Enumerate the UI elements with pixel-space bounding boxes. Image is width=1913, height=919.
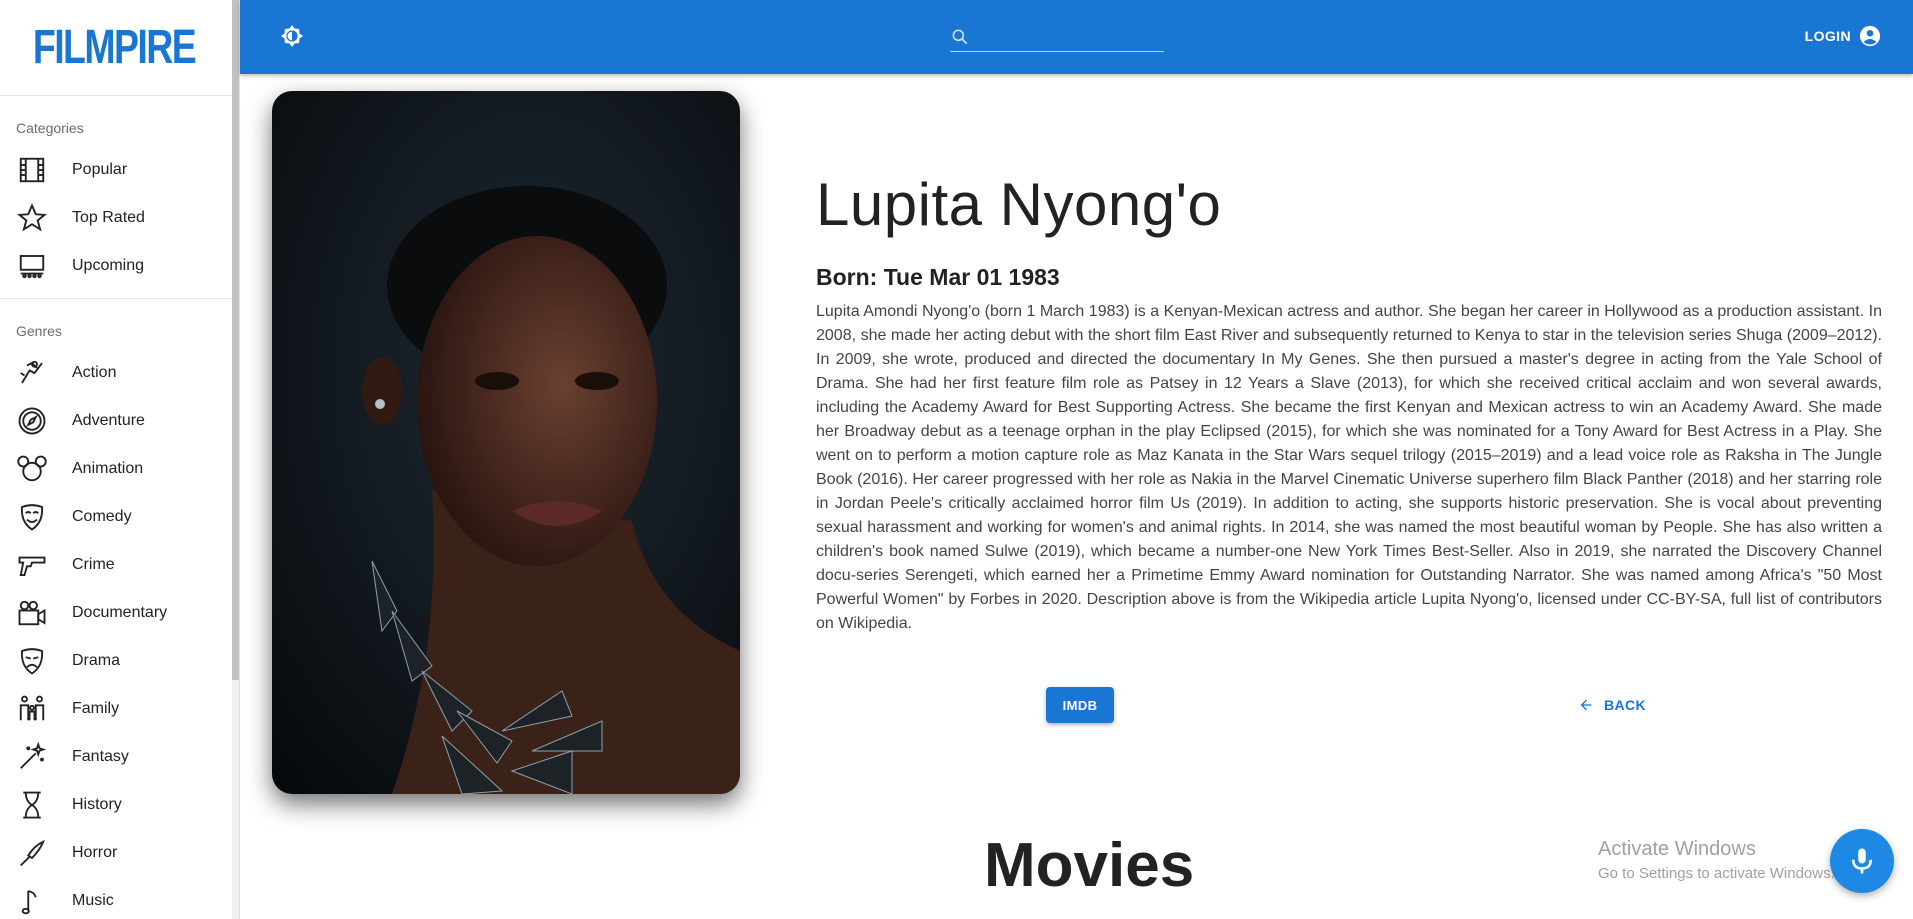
- sidebar-item-horror[interactable]: Horror: [0, 829, 239, 877]
- sidebar-scrollbar[interactable]: [232, 0, 239, 919]
- login-button[interactable]: LOGIN: [1805, 22, 1881, 50]
- hourglass-icon: [16, 789, 48, 821]
- activate-windows-title: Activate Windows: [1598, 838, 1756, 860]
- comedy-mask-icon: [16, 501, 48, 533]
- microphone-icon: [1852, 848, 1872, 874]
- imdb-button[interactable]: IMDB: [1046, 687, 1114, 723]
- actor-portrait-image: [272, 91, 740, 794]
- actor-name: Lupita Nyong'o: [816, 171, 1222, 238]
- action-icon: [16, 357, 48, 389]
- back-button-label: BACK: [1604, 697, 1647, 713]
- family-icon: [16, 693, 48, 725]
- search-input[interactable]: [978, 27, 1158, 46]
- actor-photo: [272, 91, 740, 794]
- sidebar: FILMPIRE Categories Popular Top Rated Up…: [0, 0, 240, 919]
- sidebar-item-label: Drama: [72, 652, 121, 669]
- drama-mask-icon: [16, 645, 48, 677]
- sidebar-item-top-rated[interactable]: Top Rated: [0, 194, 239, 242]
- gun-icon: [16, 549, 48, 581]
- sidebar-item-label: Documentary: [72, 604, 168, 621]
- sidebar-item-label: Fantasy: [72, 748, 129, 765]
- sidebar-item-label: Music: [72, 892, 114, 909]
- account-circle-icon: [1859, 25, 1881, 47]
- logo-container: FILMPIRE: [0, 0, 239, 96]
- voice-assistant-button[interactable]: [1830, 829, 1894, 893]
- sidebar-item-label: Adventure: [72, 412, 145, 429]
- music-icon: [16, 885, 48, 917]
- actor-birth-date: Born: Tue Mar 01 1983: [816, 264, 1060, 290]
- sidebar-item-label: Action: [72, 364, 117, 381]
- search-field[interactable]: [950, 22, 1164, 52]
- sidebar-item-history[interactable]: History: [0, 781, 239, 829]
- sidebar-item-music[interactable]: Music: [0, 877, 239, 919]
- sidebar-item-drama[interactable]: Drama: [0, 637, 239, 685]
- sidebar-item-label: Horror: [72, 844, 118, 861]
- sidebar-item-popular[interactable]: Popular: [0, 146, 239, 194]
- login-label: LOGIN: [1804, 28, 1851, 44]
- sidebar-item-family[interactable]: Family: [0, 685, 239, 733]
- mouse-ears-icon: [16, 453, 48, 485]
- sidebar-item-animation[interactable]: Animation: [0, 445, 239, 493]
- sidebar-item-label: Comedy: [72, 508, 132, 525]
- filmpire-logo[interactable]: FILMPIRE: [32, 20, 196, 75]
- actor-biography: Lupita Amondi Nyong'o (born 1 March 1983…: [816, 303, 1882, 632]
- sidebar-item-comedy[interactable]: Comedy: [0, 493, 239, 541]
- sidebar-item-crime[interactable]: Crime: [0, 541, 239, 589]
- back-button[interactable]: BACK: [1578, 691, 1646, 719]
- top-app-bar: LOGIN: [240, 0, 1913, 74]
- sidebar-item-upcoming[interactable]: Upcoming: [0, 242, 239, 290]
- sidebar-item-action[interactable]: Action: [0, 349, 239, 397]
- sidebar-item-documentary[interactable]: Documentary: [0, 589, 239, 637]
- imdb-button-label: IMDB: [1062, 697, 1098, 713]
- sidebar-item-label: Top Rated: [72, 209, 145, 226]
- brightness-icon: [281, 25, 303, 47]
- genres-title: Genres: [16, 323, 62, 339]
- film-icon: [16, 154, 48, 186]
- sidebar-item-fantasy[interactable]: Fantasy: [0, 733, 239, 781]
- sidebar-item-label: Family: [72, 700, 120, 717]
- knife-icon: [16, 837, 48, 869]
- categories-title: Categories: [16, 120, 84, 136]
- sidebar-item-label: Crime: [72, 556, 115, 573]
- arrow-back-icon: [1580, 699, 1592, 711]
- camera-icon: [16, 597, 48, 629]
- search-icon: [952, 29, 968, 44]
- activate-windows-subtitle: Go to Settings to activate Windows.: [1598, 865, 1835, 882]
- sidebar-item-label: Upcoming: [72, 257, 145, 274]
- compass-icon: [16, 405, 48, 437]
- magic-wand-icon: [16, 741, 48, 773]
- sidebar-item-label: Popular: [72, 161, 128, 178]
- theme-toggle-button[interactable]: [278, 22, 306, 50]
- star-icon: [16, 202, 48, 234]
- sidebar-item-label: Animation: [72, 460, 144, 477]
- sidebar-item-label: History: [72, 796, 122, 813]
- sidebar-scrollbar-thumb[interactable]: [232, 0, 239, 680]
- activate-windows-watermark: Activate Windows Go to Settings to activ…: [1598, 838, 1835, 882]
- theater-icon: [16, 250, 48, 282]
- sidebar-item-adventure[interactable]: Adventure: [0, 397, 239, 445]
- movies-heading: Movies: [984, 831, 1195, 900]
